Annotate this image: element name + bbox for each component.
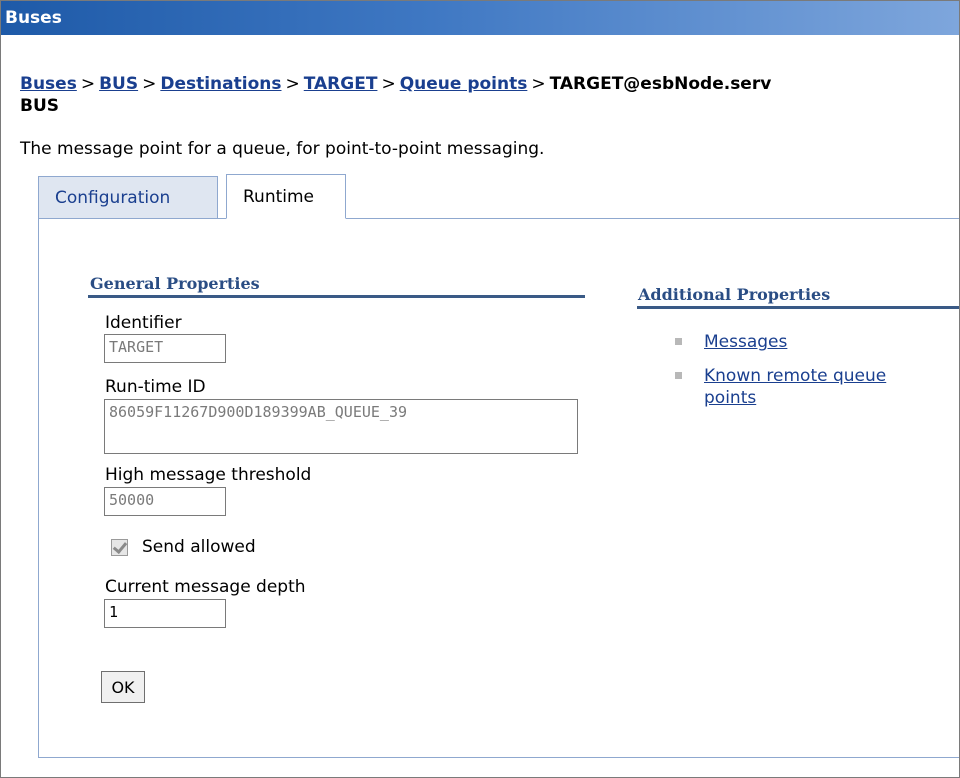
send-allowed-checkbox[interactable]	[111, 538, 128, 556]
breadcrumb-queue-points[interactable]: Queue points	[400, 74, 528, 94]
additional-properties-list: Messages Known remote queue points	[673, 331, 886, 421]
breadcrumb-current-part2: de.serv	[700, 74, 772, 94]
breadcrumb-separator: >	[142, 74, 157, 94]
identifier-field[interactable]: TARGET	[104, 334, 226, 363]
window-title: Buses	[5, 8, 62, 28]
general-properties-heading: General Properties	[90, 274, 260, 293]
runtime-id-label: Run-time ID	[105, 377, 206, 397]
window-titlebar: Buses	[1, 1, 959, 35]
tab-runtime[interactable]: Runtime	[226, 174, 346, 219]
general-properties-divider	[88, 295, 585, 298]
bullet-icon	[675, 338, 682, 345]
breadcrumb-bus[interactable]: BUS	[99, 74, 138, 94]
high-message-threshold-field[interactable]: 50000	[104, 487, 226, 516]
send-allowed-label: Send allowed	[142, 537, 256, 557]
send-allowed-row: Send allowed	[111, 536, 256, 558]
breadcrumb-separator: >	[531, 74, 546, 94]
breadcrumb-separator: >	[285, 74, 300, 94]
link-text-line1: Known remote queue	[704, 366, 887, 386]
breadcrumb: Buses > BUS > Destinations > TARGET > Queue poin…	[20, 74, 959, 94]
list-item: Known remote queue points	[673, 365, 886, 409]
breadcrumb-current-part1: TARGET@esbNo	[549, 74, 701, 94]
breadcrumb-destinations[interactable]: Destinations	[160, 74, 281, 94]
identifier-label: Identifier	[105, 313, 182, 333]
breadcrumb-current-line2: BUS	[20, 96, 60, 116]
high-message-threshold-label: High message threshold	[105, 465, 312, 485]
breadcrumb-buses[interactable]: Buses	[20, 74, 77, 94]
additional-properties-heading: Additional Properties	[638, 285, 831, 304]
known-remote-queue-points-link[interactable]: Known remote queue points	[704, 366, 886, 408]
list-item: Messages	[673, 331, 886, 353]
bullet-icon	[675, 372, 682, 379]
page-description: The message point for a queue, for point…	[20, 139, 545, 159]
breadcrumb-separator: >	[80, 74, 96, 94]
breadcrumb-target[interactable]: TARGET	[304, 74, 378, 94]
current-message-depth-field[interactable]: 1	[104, 599, 226, 628]
ok-button[interactable]: OK	[101, 671, 145, 703]
current-message-depth-label: Current message depth	[105, 577, 306, 597]
tab-configuration[interactable]: Configuration	[38, 176, 218, 218]
link-text-line2: points	[704, 388, 757, 408]
additional-properties-divider	[637, 306, 959, 309]
app-window: Buses Buses > BUS > Destinations > TARGET > Queu…	[0, 0, 960, 778]
messages-link[interactable]: Messages	[704, 332, 787, 352]
breadcrumb-separator: >	[381, 74, 396, 94]
runtime-id-field[interactable]: 86059F11267D900D189399AB_QUEUE_39	[104, 399, 578, 454]
